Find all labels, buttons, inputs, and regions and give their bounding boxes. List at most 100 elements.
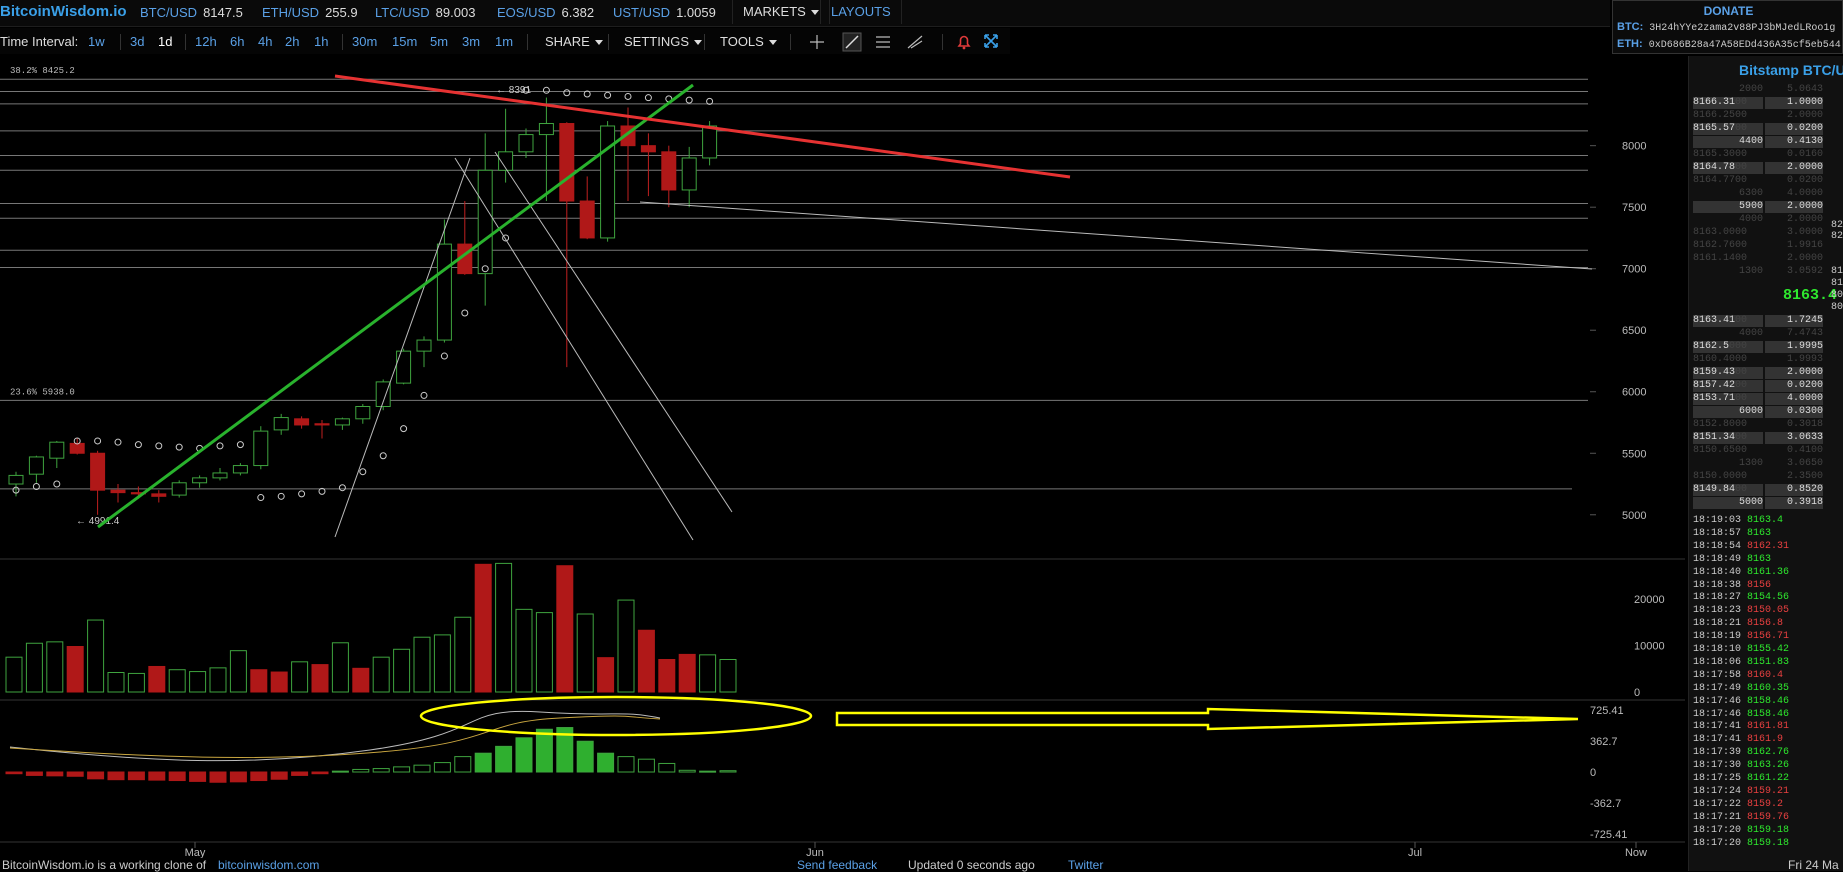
- orderbook-amount: 2.0000: [1786, 110, 1823, 121]
- macd-histogram-bar: [270, 771, 288, 780]
- markets-menu[interactable]: MARKETS: [732, 0, 830, 24]
- macd-histogram-bar: [576, 740, 594, 773]
- orderbook-row[interactable]: 6300 4.0000: [1693, 188, 1823, 200]
- orderbook-row[interactable]: 8165.5700 0.0200: [1693, 123, 1823, 135]
- ticker-eos[interactable]: EOS/USD 6.382: [497, 5, 594, 20]
- sar-dot: [400, 425, 408, 433]
- volume-bar: [637, 629, 655, 693]
- send-feedback-link[interactable]: Send feedback: [797, 858, 877, 872]
- footer-link[interactable]: bitcoinwisdom.com: [218, 858, 319, 872]
- orderbook-amount: 2.3500: [1786, 471, 1823, 482]
- orderbook-row[interactable]: 4400 0.4130: [1693, 136, 1823, 148]
- orderbook-row[interactable]: 8151.3400 3.0633: [1693, 432, 1823, 444]
- macd-histogram-bar: [311, 771, 329, 775]
- fullscreen-icon[interactable]: [983, 33, 999, 49]
- twitter-link[interactable]: Twitter: [1068, 858, 1103, 872]
- interval-2h[interactable]: 2h: [285, 34, 299, 49]
- orderbook-row[interactable]: 5900 2.0000: [1693, 201, 1823, 213]
- interval-6h[interactable]: 6h: [230, 34, 244, 49]
- orderbook-row[interactable]: 5000 0.3918: [1693, 497, 1823, 509]
- footer-date: Fri 24 Ma: [1788, 858, 1839, 872]
- sar-dot: [114, 438, 122, 446]
- interval-1w[interactable]: 1w: [88, 34, 105, 49]
- candle-up: [192, 477, 208, 484]
- orderbook-row[interactable]: 1300 3.0592: [1693, 266, 1823, 278]
- white-trend-line: [334, 157, 471, 538]
- tools-menu[interactable]: TOOLS: [720, 34, 777, 49]
- interval-30m[interactable]: 30m: [352, 34, 377, 49]
- ticker-btc[interactable]: BTC/USD 8147.5: [140, 5, 243, 20]
- orderbook-row[interactable]: 8160.4000 1.9993: [1693, 354, 1823, 366]
- macd-histogram-bar: [678, 769, 696, 773]
- ticker-ust[interactable]: UST/USD 1.0059: [613, 5, 716, 20]
- orderbook-price: 8163.0000: [1693, 227, 1748, 238]
- interval-12h[interactable]: 12h: [195, 34, 217, 49]
- orderbook-row[interactable]: 8162.7600 1.9916: [1693, 240, 1823, 252]
- orderbook-row[interactable]: 4000 2.0000: [1693, 214, 1823, 226]
- macd-histogram-bar: [5, 771, 23, 775]
- orderbook-row[interactable]: 8157.4200 0.0200: [1693, 380, 1823, 392]
- interval-15m[interactable]: 15m: [392, 34, 417, 49]
- trade-price: 8162.31: [1747, 540, 1790, 552]
- orderbook-row[interactable]: 6000 0.0300: [1693, 406, 1823, 418]
- trade-price: 8163: [1747, 527, 1772, 539]
- orderbook-row[interactable]: 8150.0000 2.3500: [1693, 471, 1823, 483]
- interval-3d[interactable]: 3d: [130, 34, 144, 49]
- orderbook-row[interactable]: 4000 7.4743: [1693, 328, 1823, 340]
- donate-eth[interactable]: ETH: 0xD686B28a47A58EDd436A35cf5eb544: [1617, 38, 1841, 51]
- candle-up: [600, 125, 616, 239]
- interval-3m[interactable]: 3m: [462, 34, 480, 49]
- crosshair-icon[interactable]: [808, 33, 826, 51]
- interval-1m[interactable]: 1m: [495, 34, 513, 49]
- orderbook-row[interactable]: 8150.6500 0.4100: [1693, 445, 1823, 457]
- orderbook-row[interactable]: 8159.4300 2.0000: [1693, 367, 1823, 379]
- orderbook-row[interactable]: 8165.3000 0.0160: [1693, 149, 1823, 161]
- orderbook-row[interactable]: 8166.2500 2.0000: [1693, 110, 1823, 122]
- share-menu[interactable]: SHARE: [545, 34, 603, 49]
- settings-menu[interactable]: SETTINGS: [624, 34, 703, 49]
- white-trend-line: [639, 201, 1593, 270]
- price-chart[interactable]: 38.2% 8425.2 23.6% 5938.0 5000 5500 6000 6500…: [0, 62, 1685, 858]
- orderbook-row[interactable]: 8161.1400 2.0000: [1693, 253, 1823, 265]
- orderbook-amount: 2.0000: [1765, 201, 1823, 213]
- donate-btc[interactable]: BTC: 3H24hYYe2zama2v88PJ3bMJedLRoo1g: [1617, 21, 1835, 34]
- trade-row: 18:17:21 8159.76: [1693, 811, 1789, 824]
- trendline-icon[interactable]: [842, 32, 862, 52]
- fib-level-label: 23.6% 5938.0: [10, 387, 75, 397]
- layouts-menu[interactable]: LAYOUTS: [820, 0, 902, 24]
- candle-down: [640, 145, 656, 153]
- orderbook-row[interactable]: 8163.4100 1.7245: [1693, 315, 1823, 327]
- orderbook-row[interactable]: 8163.0000 3.0000: [1693, 227, 1823, 239]
- interval-4h[interactable]: 4h: [258, 34, 272, 49]
- sar-dot: [644, 94, 652, 102]
- trade-time: 18:18:49: [1693, 553, 1748, 565]
- orderbook-row[interactable]: 8166.3100 1.0000: [1693, 97, 1823, 109]
- trade-row: 18:18:57 8163: [1693, 527, 1771, 540]
- orderbook-row[interactable]: 8153.7100 4.0000: [1693, 393, 1823, 405]
- orderbook-row[interactable]: 8164.7800 2.0000: [1693, 162, 1823, 174]
- interval-5m[interactable]: 5m: [430, 34, 448, 49]
- alarm-icon[interactable]: [956, 33, 972, 51]
- side-value: 820: [1831, 231, 1843, 242]
- orderbook-amount: 0.0200: [1765, 123, 1823, 135]
- trade-time: 18:18:23: [1693, 605, 1748, 617]
- interval-1d[interactable]: 1d: [158, 34, 172, 49]
- orderbook-row[interactable]: 8152.8000 0.3018: [1693, 419, 1823, 431]
- brand-logo[interactable]: BitcoinWisdom.io: [0, 3, 127, 20]
- orderbook-row[interactable]: 1300 3.0650: [1693, 458, 1823, 470]
- horizontal-lines-icon[interactable]: [874, 33, 892, 51]
- interval-1h[interactable]: 1h: [314, 34, 328, 49]
- ticker-eth[interactable]: ETH/USD 255.9: [262, 5, 358, 20]
- trade-time: 18:18:38: [1693, 579, 1748, 591]
- sar-dot: [563, 89, 571, 97]
- ticker-ltc[interactable]: LTC/USD 89.003: [375, 5, 475, 20]
- sar-dot: [604, 91, 612, 99]
- orderbook-row[interactable]: 2000 5.0643: [1693, 84, 1823, 96]
- macd-histogram-bar: [87, 771, 105, 780]
- trade-row: 18:17:30 8163.26: [1693, 759, 1789, 772]
- volume-bar: [46, 641, 64, 693]
- orderbook-row[interactable]: 8162.5000 1.9995: [1693, 341, 1823, 353]
- drawing-icon[interactable]: [906, 33, 924, 51]
- orderbook-row[interactable]: 8164.7700 0.0200: [1693, 175, 1823, 187]
- orderbook-row[interactable]: 8149.8400 0.8520: [1693, 484, 1823, 496]
